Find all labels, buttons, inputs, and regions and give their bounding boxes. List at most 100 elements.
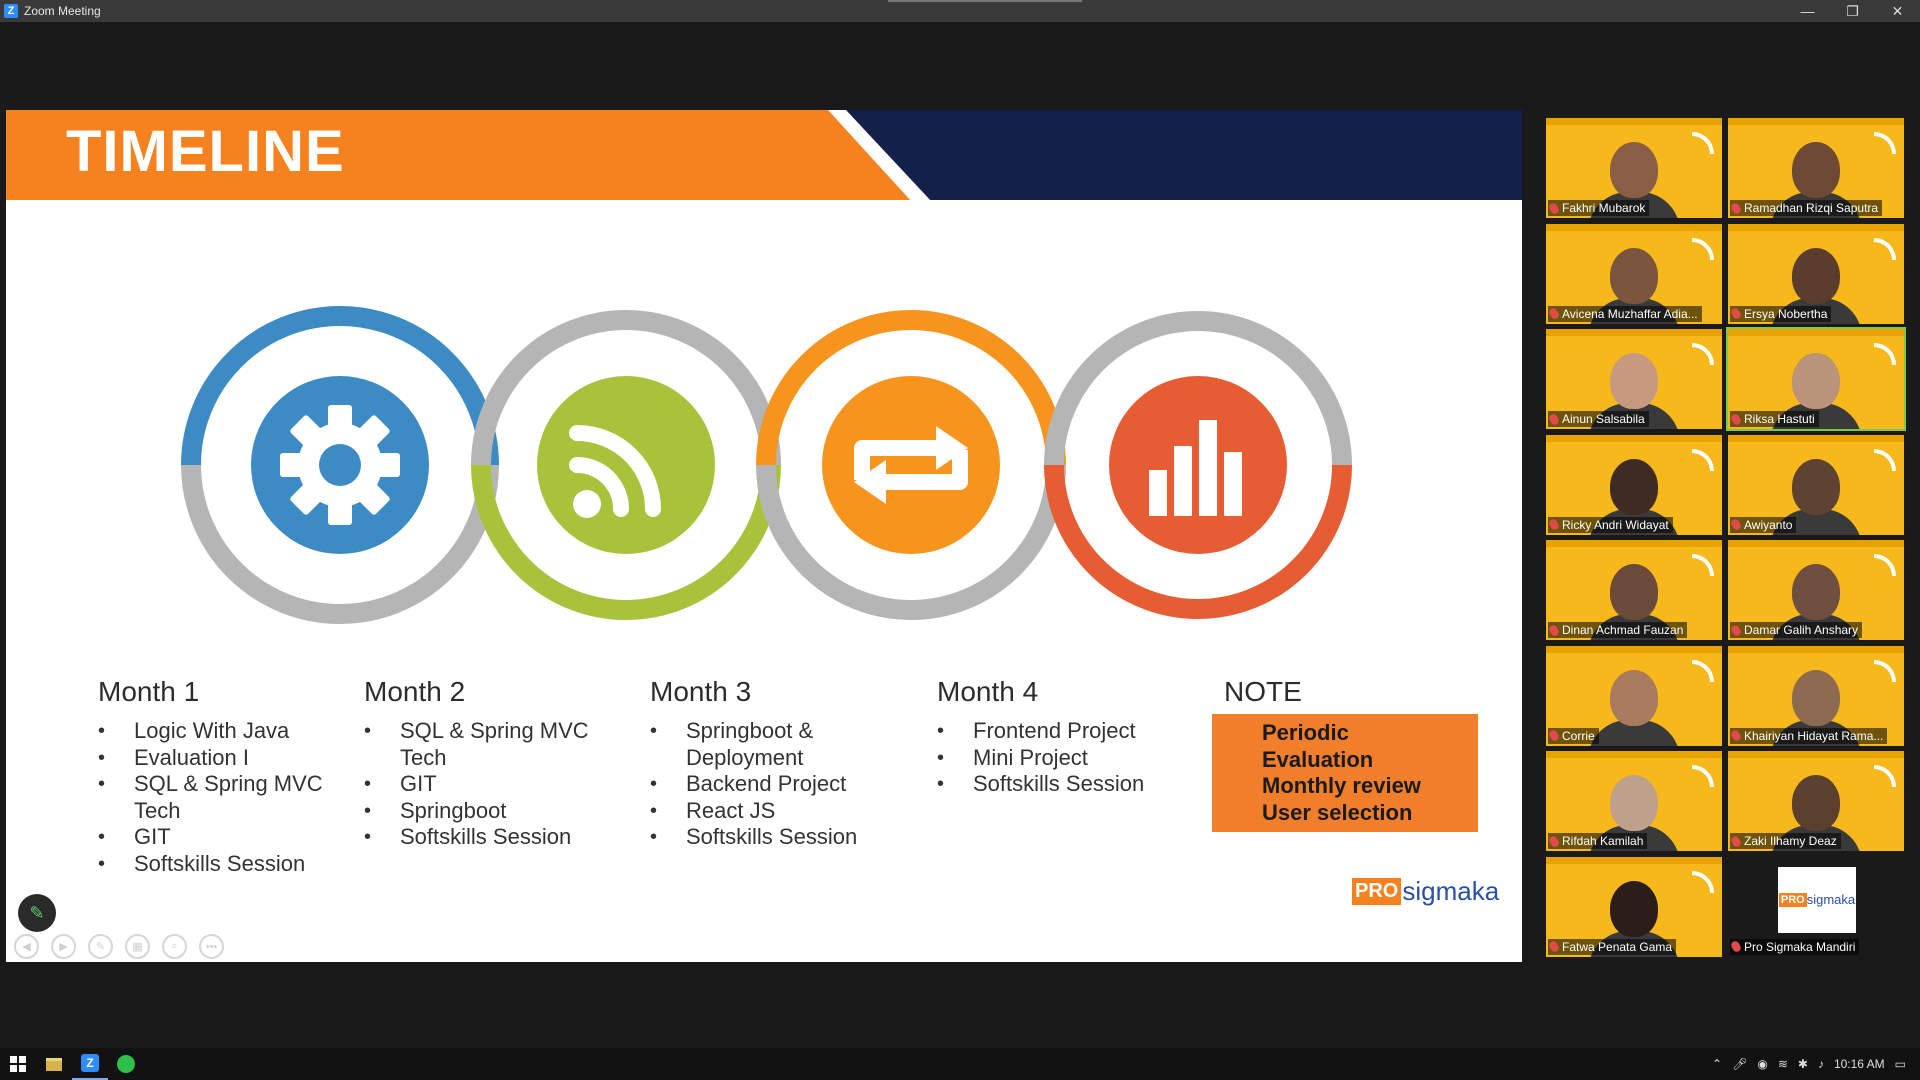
previous-slide-icon[interactable]: ◀ <box>14 934 39 959</box>
virtual-background-stripe <box>1728 329 1904 336</box>
participant-tile[interactable]: PRO sigmaka Pro Sigmaka Mandiri <box>1728 856 1904 957</box>
virtual-background-stripe <box>1546 118 1722 125</box>
taskbar-zoom[interactable]: Z <box>72 1048 108 1080</box>
circle-3 <box>756 310 1066 620</box>
whatsapp-icon <box>117 1055 135 1073</box>
pen-icon[interactable]: ✎ <box>88 934 113 959</box>
taskbar-whatsapp[interactable] <box>108 1048 144 1080</box>
muted-mic-icon <box>1548 623 1561 637</box>
virtual-background-stripe <box>1546 856 1722 864</box>
participant-tile[interactable]: Ramadhan Rizqi Saputra <box>1728 118 1904 218</box>
background-swirl <box>1692 554 1714 576</box>
background-swirl <box>1692 132 1714 154</box>
month-2-heading: Month 2 <box>364 676 466 707</box>
participant-face <box>1792 353 1840 409</box>
participant-face <box>1792 247 1840 304</box>
muted-mic-icon <box>1730 517 1743 532</box>
participant-tile[interactable]: Zaki Ilhamy Deaz <box>1728 751 1904 851</box>
participant-tile[interactable]: Ersya Nobertha <box>1728 223 1904 324</box>
list-item: Logic With Java <box>98 718 328 745</box>
zoom-icon[interactable]: ⌕ <box>162 934 187 959</box>
participant-tile[interactable]: Khairiyan Hidayat Rama... <box>1728 645 1904 746</box>
bluetooth-icon[interactable]: ✱ <box>1798 1057 1808 1071</box>
muted-mic-icon <box>1730 623 1743 637</box>
virtual-background-stripe <box>1546 223 1722 231</box>
circle-1 <box>181 306 499 624</box>
file-explorer-icon <box>46 1057 62 1071</box>
participant-tile[interactable]: Ricky Andri Widayat <box>1546 434 1722 535</box>
slides-grid-icon[interactable]: ▦ <box>125 934 150 959</box>
virtual-background-stripe <box>1728 118 1904 125</box>
restore-button[interactable]: ❐ <box>1830 0 1875 22</box>
participant-name-label: Corrie <box>1548 727 1599 744</box>
participant-face <box>1610 564 1658 620</box>
background-swirl <box>1692 448 1714 471</box>
participant-name-label: Awiyanto <box>1730 516 1797 533</box>
start-button[interactable] <box>0 1048 36 1080</box>
participant-face <box>1610 669 1658 726</box>
timeline-circles <box>181 306 1352 624</box>
list-item: Backend Project <box>650 771 857 798</box>
participant-tile[interactable]: Dinan Achmad Fauzan <box>1546 540 1722 640</box>
zoom-app-icon: Z <box>81 1054 99 1072</box>
slide-tools: ◀ ▶ ✎ ▦ ⌕ ••• <box>14 934 224 959</box>
circle-2 <box>471 310 781 620</box>
participant-tile[interactable]: Riksa Hastuti <box>1726 327 1906 431</box>
microphone-icon[interactable]: 🎤︎ <box>1732 1057 1747 1071</box>
column-month-1: Month 1 Logic With Java Evaluation I SQL… <box>98 676 328 877</box>
muted-mic-icon <box>1548 306 1561 321</box>
taskbar-file-explorer[interactable] <box>36 1048 72 1080</box>
background-swirl <box>1874 659 1896 682</box>
annotate-pen-button[interactable]: ✎ <box>18 894 56 932</box>
participant-tile[interactable]: Avicena Muzhaffar Adia... <box>1546 223 1722 324</box>
virtual-background-stripe <box>1728 540 1904 547</box>
participant-tile[interactable]: Rifdah Kamilah <box>1546 751 1722 851</box>
minimize-button[interactable]: — <box>1785 0 1830 22</box>
virtual-background-stripe <box>1546 329 1722 336</box>
participant-face <box>1610 880 1658 937</box>
volume-icon[interactable]: ♪ <box>1818 1057 1824 1071</box>
month-1-heading: Month 1 <box>98 676 200 707</box>
share-toolbar-handle[interactable] <box>888 0 1082 2</box>
next-slide-icon[interactable]: ▶ <box>51 934 76 959</box>
more-options-icon[interactable]: ••• <box>199 934 224 959</box>
participant-name-label: Ricky Andri Widayat <box>1548 516 1673 533</box>
shared-screen-slide: TIMELINE Month 1 • Logic With Java • Eva… <box>6 110 1522 962</box>
participant-tile[interactable]: Awiyanto <box>1728 434 1904 535</box>
participant-name-label: Fakhri Mubarok <box>1548 200 1650 216</box>
gear-icon <box>280 405 400 525</box>
chevron-up-icon[interactable]: ⌃ <box>1712 1057 1722 1071</box>
close-button[interactable]: ✕ <box>1875 0 1920 22</box>
participant-name-label: Riksa Hastuti <box>1730 411 1819 427</box>
virtual-background-stripe <box>1546 645 1722 653</box>
participant-face <box>1792 669 1840 726</box>
muted-mic-icon <box>1548 201 1561 215</box>
participant-tile[interactable]: Fatwa Penata Gama <box>1546 856 1722 957</box>
circle-4 <box>1044 311 1352 619</box>
notifications-icon[interactable]: ▭ <box>1895 1057 1906 1071</box>
participant-tile[interactable]: Damar Galih Anshary <box>1728 540 1904 640</box>
participant-tile[interactable]: Corrie <box>1546 645 1722 746</box>
wifi-icon[interactable]: ≋ <box>1778 1057 1788 1071</box>
background-swirl <box>1874 343 1896 365</box>
list-item: GIT <box>364 771 594 798</box>
participant-name-label: Ainun Salsabila <box>1548 411 1649 427</box>
participant-name-label: Avicena Muzhaffar Adia... <box>1548 305 1702 322</box>
discord-icon[interactable]: ◉ <box>1757 1057 1767 1071</box>
muted-mic-icon <box>1730 412 1743 426</box>
background-swirl <box>1692 237 1714 260</box>
list-item: Frontend Project <box>937 718 1144 745</box>
column-month-4: Month 4 Frontend Project Mini Project So… <box>937 676 1144 798</box>
background-swirl <box>1874 448 1896 471</box>
column-month-2: Month 2 SQL & Spring MVC Tech GIT Spring… <box>364 676 594 851</box>
participant-name-label: Rifdah Kamilah <box>1548 833 1648 849</box>
virtual-background-stripe <box>1546 434 1722 442</box>
muted-mic-icon <box>1730 834 1743 848</box>
participant-name-label: Damar Galih Anshary <box>1730 622 1863 638</box>
participant-tile[interactable]: Fakhri Mubarok <box>1546 118 1722 218</box>
muted-mic-icon <box>1730 939 1743 954</box>
muted-mic-icon <box>1548 412 1561 426</box>
participant-tile[interactable]: Ainun Salsabila <box>1546 329 1722 429</box>
clock-time[interactable]: 10:16 AM <box>1834 1057 1885 1071</box>
virtual-background-stripe <box>1728 751 1904 758</box>
